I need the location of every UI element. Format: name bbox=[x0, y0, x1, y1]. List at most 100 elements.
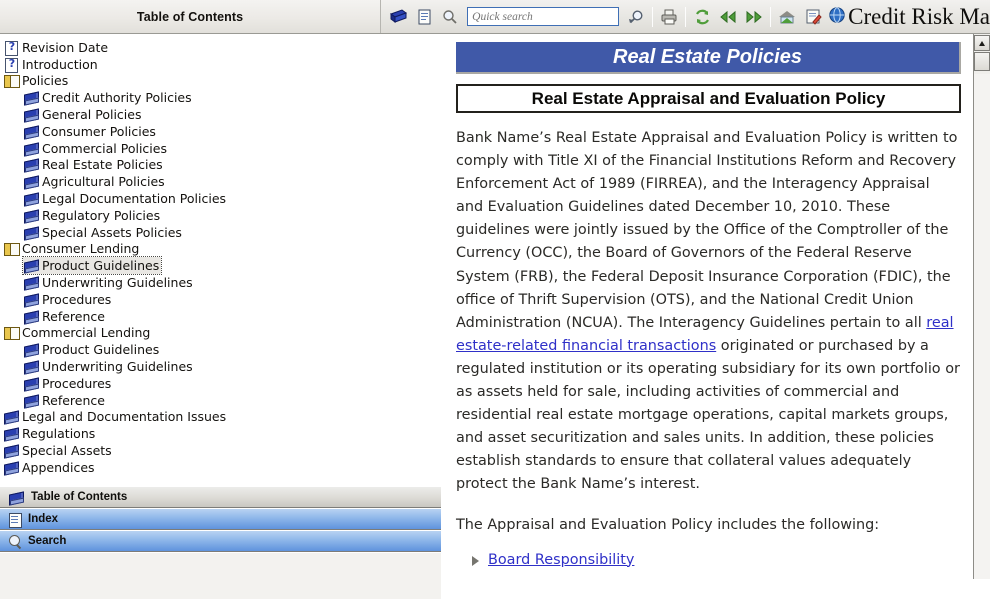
tree-item[interactable]: Procedures bbox=[23, 375, 113, 392]
book-icon bbox=[23, 124, 40, 139]
tree-item-label: Regulations bbox=[22, 426, 96, 442]
tree-item-label: Legal Documentation Policies bbox=[42, 191, 227, 207]
nav-tabs-filler bbox=[0, 552, 441, 599]
tree-item[interactable]: Reference bbox=[23, 392, 107, 409]
tree-item-label: Policies bbox=[22, 73, 69, 89]
book-icon bbox=[23, 191, 40, 206]
annotate-icon[interactable] bbox=[800, 4, 826, 30]
tree-item[interactable]: Underwriting Guidelines bbox=[23, 274, 195, 291]
nav-tab-index[interactable]: Index bbox=[0, 508, 441, 530]
tree-item[interactable]: Real Estate Policies bbox=[23, 157, 165, 174]
help-icon bbox=[3, 40, 20, 56]
print-icon[interactable] bbox=[656, 4, 682, 30]
toc-panel-title-label: Table of Contents bbox=[136, 9, 244, 24]
content-scrollbar[interactable] bbox=[973, 34, 990, 579]
app-title-label: Credit Risk Ma bbox=[848, 3, 990, 29]
nav-tab-search[interactable]: Search bbox=[0, 530, 441, 552]
tree-item-label: Revision Date bbox=[22, 39, 109, 55]
book-icon[interactable] bbox=[385, 4, 411, 30]
tree-item-label: Product Guidelines bbox=[42, 258, 160, 274]
toc-panel-title: Table of Contents bbox=[0, 0, 382, 33]
tree-item[interactable]: Consumer Lending bbox=[3, 241, 141, 258]
book-icon bbox=[23, 208, 40, 223]
tree-item[interactable]: Underwriting Guidelines bbox=[23, 358, 195, 375]
tree-item[interactable]: Special Assets Policies bbox=[23, 224, 184, 241]
help-icon bbox=[3, 57, 20, 73]
page-title: Real Estate Appraisal and Evaluation Pol… bbox=[456, 84, 961, 113]
refresh-icon[interactable] bbox=[689, 4, 715, 30]
tree-item[interactable]: Agricultural Policies bbox=[23, 173, 167, 190]
toc-tree[interactable]: Revision DateIntroductionPoliciesCredit … bbox=[0, 34, 441, 486]
document-body: Real Estate Policies Real Estate Apprais… bbox=[442, 34, 973, 579]
tree-item[interactable]: Revision Date bbox=[3, 39, 110, 56]
nav-tab-table-of-contents[interactable]: Table of Contents bbox=[0, 486, 441, 508]
tree-item[interactable]: Legal and Documentation Issues bbox=[3, 409, 228, 426]
home-icon[interactable] bbox=[774, 4, 800, 30]
previous-icon[interactable] bbox=[715, 4, 741, 30]
tree-item[interactable]: Special Assets bbox=[3, 442, 114, 459]
page-title-label: Real Estate Appraisal and Evaluation Pol… bbox=[531, 88, 886, 108]
tree-item-label: Procedures bbox=[42, 375, 112, 391]
tree-item[interactable]: Legal Documentation Policies bbox=[23, 190, 228, 207]
toolbar-separator-3 bbox=[770, 6, 772, 27]
next-icon[interactable] bbox=[741, 4, 767, 30]
tree-item[interactable]: Product Guidelines bbox=[21, 256, 163, 276]
search-input[interactable] bbox=[467, 7, 620, 26]
scrollbar-thumb[interactable] bbox=[974, 52, 990, 71]
policy-link-list: Board ResponsibilityMinimum Collateral V… bbox=[456, 551, 961, 580]
tree-item-label: Legal and Documentation Issues bbox=[22, 409, 227, 425]
book-icon bbox=[23, 225, 40, 240]
bullet-triangle-icon bbox=[472, 555, 479, 566]
tree-item[interactable]: Appendices bbox=[3, 459, 97, 476]
scroll-up-icon[interactable] bbox=[974, 35, 990, 51]
open-book-icon bbox=[3, 241, 20, 257]
tree-item[interactable]: Procedures bbox=[23, 291, 113, 308]
top-bar: Table of Contents Quick search Credit Ri… bbox=[0, 0, 990, 34]
book-icon bbox=[23, 275, 40, 290]
tree-item[interactable]: Regulations bbox=[3, 425, 97, 442]
tree-item[interactable]: Reference bbox=[23, 308, 107, 325]
paragraph-text-part1: Bank Name’s Real Estate Appraisal and Ev… bbox=[456, 130, 958, 331]
tree-item[interactable]: Introduction bbox=[3, 56, 100, 73]
toolbar: Credit Risk Ma bbox=[381, 0, 990, 33]
tree-item[interactable]: Commercial Lending bbox=[3, 325, 152, 342]
policy-link[interactable]: Board Responsibility bbox=[488, 551, 634, 570]
book-icon bbox=[23, 157, 40, 172]
search-advanced-icon[interactable] bbox=[623, 4, 649, 30]
policy-link-row: Board Responsibility bbox=[456, 551, 961, 570]
toolbar-separator-2 bbox=[685, 6, 687, 27]
tree-item-label: Credit Authority Policies bbox=[42, 90, 192, 106]
tree-item-label: Commercial Policies bbox=[42, 140, 167, 156]
tree-item[interactable]: Regulatory Policies bbox=[23, 207, 162, 224]
tree-item-label: Agricultural Policies bbox=[42, 174, 165, 190]
open-book-icon bbox=[3, 73, 20, 89]
tree-item-label: Special Assets Policies bbox=[42, 224, 182, 240]
tree-item[interactable]: Policies bbox=[3, 73, 70, 90]
tree-item[interactable]: Commercial Policies bbox=[23, 140, 169, 157]
nav-tab-label: Search bbox=[28, 535, 67, 547]
book-icon bbox=[23, 174, 40, 189]
app-title: Credit Risk Ma bbox=[828, 4, 990, 30]
tree-item[interactable]: Credit Authority Policies bbox=[23, 89, 194, 106]
tree-item-label: Special Assets bbox=[22, 443, 112, 459]
page-icon[interactable] bbox=[411, 4, 437, 30]
book-icon bbox=[3, 443, 20, 458]
tree-item[interactable]: Product Guidelines bbox=[23, 341, 161, 358]
search-icon[interactable] bbox=[437, 4, 463, 30]
toolbar-separator-1 bbox=[652, 6, 654, 27]
book-icon bbox=[23, 393, 40, 408]
open-book-icon bbox=[3, 325, 20, 341]
book-icon bbox=[3, 426, 20, 441]
includes-intro-line: The Appraisal and Evaluation Policy incl… bbox=[456, 516, 880, 533]
scrollbar-track[interactable] bbox=[974, 74, 990, 579]
book-icon bbox=[3, 460, 20, 475]
tree-item-label: Procedures bbox=[42, 291, 112, 307]
book-icon bbox=[23, 141, 40, 156]
toc-panel: Revision DateIntroductionPoliciesCredit … bbox=[0, 34, 441, 599]
section-banner-label: Real Estate Policies bbox=[613, 45, 802, 68]
tree-item-label: Regulatory Policies bbox=[42, 207, 161, 223]
content-panel: Real Estate Policies Real Estate Apprais… bbox=[442, 34, 990, 579]
tree-item[interactable]: General Policies bbox=[23, 106, 143, 123]
policy-paragraph: Bank Name’s Real Estate Appraisal and Ev… bbox=[456, 127, 961, 497]
tree-item[interactable]: Consumer Policies bbox=[23, 123, 158, 140]
